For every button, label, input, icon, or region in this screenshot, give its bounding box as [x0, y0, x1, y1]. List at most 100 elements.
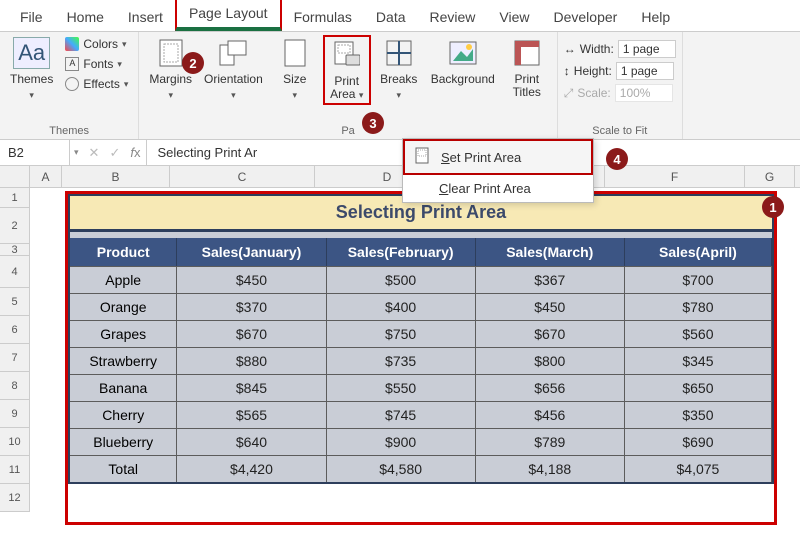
table-cell: $4,420 — [177, 456, 326, 482]
formula-input[interactable]: Selecting Print Ar — [147, 145, 267, 160]
clear-print-area-item[interactable]: Clear Print Area — [403, 175, 593, 202]
width-icon: ↔ — [564, 42, 576, 56]
table-cell: Blueberry — [70, 429, 177, 455]
row-8[interactable]: 8 — [0, 372, 29, 400]
table-row: Banana$845$550$656$650 — [70, 374, 772, 401]
height-value[interactable]: 1 page — [616, 62, 674, 80]
col-B[interactable]: B — [62, 166, 170, 187]
breaks-icon — [386, 40, 412, 66]
col-G[interactable]: G — [745, 166, 795, 187]
select-all-corner[interactable] — [0, 166, 30, 187]
tab-insert[interactable]: Insert — [116, 3, 175, 31]
cancel-icon[interactable]: ✕ — [89, 145, 100, 161]
row-1[interactable]: 1 — [0, 188, 29, 208]
col-C[interactable]: C — [170, 166, 315, 187]
group-themes: Aa Themes ▾ Colors▾ A Fonts▾ Effects▾ — [0, 32, 139, 139]
row-3[interactable]: 3 — [0, 244, 29, 256]
row-2[interactable]: 2 — [0, 208, 29, 244]
scale-icon: ⤢ — [564, 86, 574, 101]
worksheet-grid[interactable]: 1 2 3 4 5 6 7 8 9 10 11 12 Selecting Pri… — [0, 188, 800, 512]
table-cell: Cherry — [70, 402, 177, 428]
group-page-setup: Margins▾ Orientation▾ Size▾ PrintArea ▾ … — [139, 32, 557, 139]
row-10[interactable]: 10 — [0, 428, 29, 456]
tab-formulas[interactable]: Formulas — [282, 3, 364, 31]
callout-badge-2: 2 — [182, 52, 204, 74]
colors-button[interactable]: Colors▾ — [61, 35, 132, 53]
table-cell: Total — [70, 456, 177, 482]
print-area-button[interactable]: PrintArea ▾ — [323, 35, 371, 105]
table-cell: $789 — [476, 429, 625, 455]
width-label: Width: — [580, 42, 614, 56]
tab-home[interactable]: Home — [55, 3, 116, 31]
name-box[interactable]: B2 — [0, 140, 70, 165]
orientation-label: Orientation — [204, 73, 263, 86]
set-print-area-icon — [415, 147, 433, 167]
table-cell: $750 — [327, 321, 476, 347]
set-print-area-item[interactable]: Set Print Area — [403, 139, 593, 175]
table-cell: $560 — [625, 321, 772, 347]
row-6[interactable]: 6 — [0, 316, 29, 344]
tab-help[interactable]: Help — [629, 3, 682, 31]
breaks-button[interactable]: Breaks▾ — [375, 35, 423, 101]
fx-icon[interactable]: fx — [130, 145, 140, 160]
tab-page-layout[interactable]: Page Layout — [175, 0, 282, 31]
th-product: Product — [70, 238, 177, 266]
print-titles-label1: Print — [514, 72, 539, 86]
row-7[interactable]: 7 — [0, 344, 29, 372]
table-cell: $650 — [625, 375, 772, 401]
orientation-icon — [218, 39, 248, 67]
table-cell: $450 — [476, 294, 625, 320]
col-A[interactable]: A — [30, 166, 62, 187]
table-cell: $500 — [327, 267, 476, 293]
tab-review[interactable]: Review — [418, 3, 488, 31]
row-12[interactable]: 12 — [0, 484, 29, 512]
table-cell: $565 — [177, 402, 326, 428]
group-page-setup-label: Pa — [145, 123, 550, 139]
name-box-dropdown[interactable]: ▾ — [70, 147, 83, 158]
th-mar: Sales(March) — [476, 238, 625, 266]
th-apr: Sales(April) — [625, 238, 772, 266]
fonts-label: Fonts — [83, 57, 113, 71]
row-5[interactable]: 5 — [0, 288, 29, 316]
table-row: Total$4,420$4,580$4,188$4,075 — [70, 455, 772, 482]
table-cell: Banana — [70, 375, 177, 401]
table-cell: $700 — [625, 267, 772, 293]
table-cell: Strawberry — [70, 348, 177, 374]
th-jan: Sales(January) — [177, 238, 326, 266]
orientation-button[interactable]: Orientation▾ — [200, 35, 267, 101]
column-headers: A B C D E F G — [0, 166, 800, 188]
table-cell: $670 — [177, 321, 326, 347]
table-cell: $880 — [177, 348, 326, 374]
tab-view[interactable]: View — [487, 3, 541, 31]
size-label: Size — [283, 73, 306, 86]
scale-value: 100% — [615, 84, 673, 102]
background-icon — [449, 41, 477, 65]
table-row: Strawberry$880$735$800$345 — [70, 347, 772, 374]
print-titles-button[interactable]: PrintTitles — [503, 35, 551, 99]
table-cell: $800 — [476, 348, 625, 374]
row-4[interactable]: 4 — [0, 256, 29, 288]
tab-data[interactable]: Data — [364, 3, 418, 31]
themes-button[interactable]: Aa Themes ▾ — [6, 35, 57, 101]
tab-file[interactable]: File — [8, 3, 55, 31]
themes-label: Themes — [10, 73, 53, 86]
background-button[interactable]: Background — [427, 35, 499, 86]
enter-icon[interactable]: ✓ — [109, 145, 120, 161]
formula-bar: B2 ▾ ✕ ✓ fx Selecting Print Ar — [0, 140, 800, 166]
effects-button[interactable]: Effects▾ — [61, 75, 132, 93]
height-label: Height: — [574, 64, 612, 78]
fonts-button[interactable]: A Fonts▾ — [61, 55, 132, 73]
scale-label: Scale: — [577, 86, 610, 100]
tab-developer[interactable]: Developer — [542, 3, 630, 31]
row-9[interactable]: 9 — [0, 400, 29, 428]
size-button[interactable]: Size▾ — [271, 35, 319, 101]
width-value[interactable]: 1 page — [618, 40, 676, 58]
background-label: Background — [431, 73, 495, 86]
colors-icon — [65, 37, 79, 51]
callout-badge-1: 1 — [762, 196, 784, 218]
size-icon — [284, 39, 306, 67]
table-cell: $4,188 — [476, 456, 625, 482]
table-cell: $656 — [476, 375, 625, 401]
row-11[interactable]: 11 — [0, 456, 29, 484]
col-F[interactable]: F — [605, 166, 745, 187]
